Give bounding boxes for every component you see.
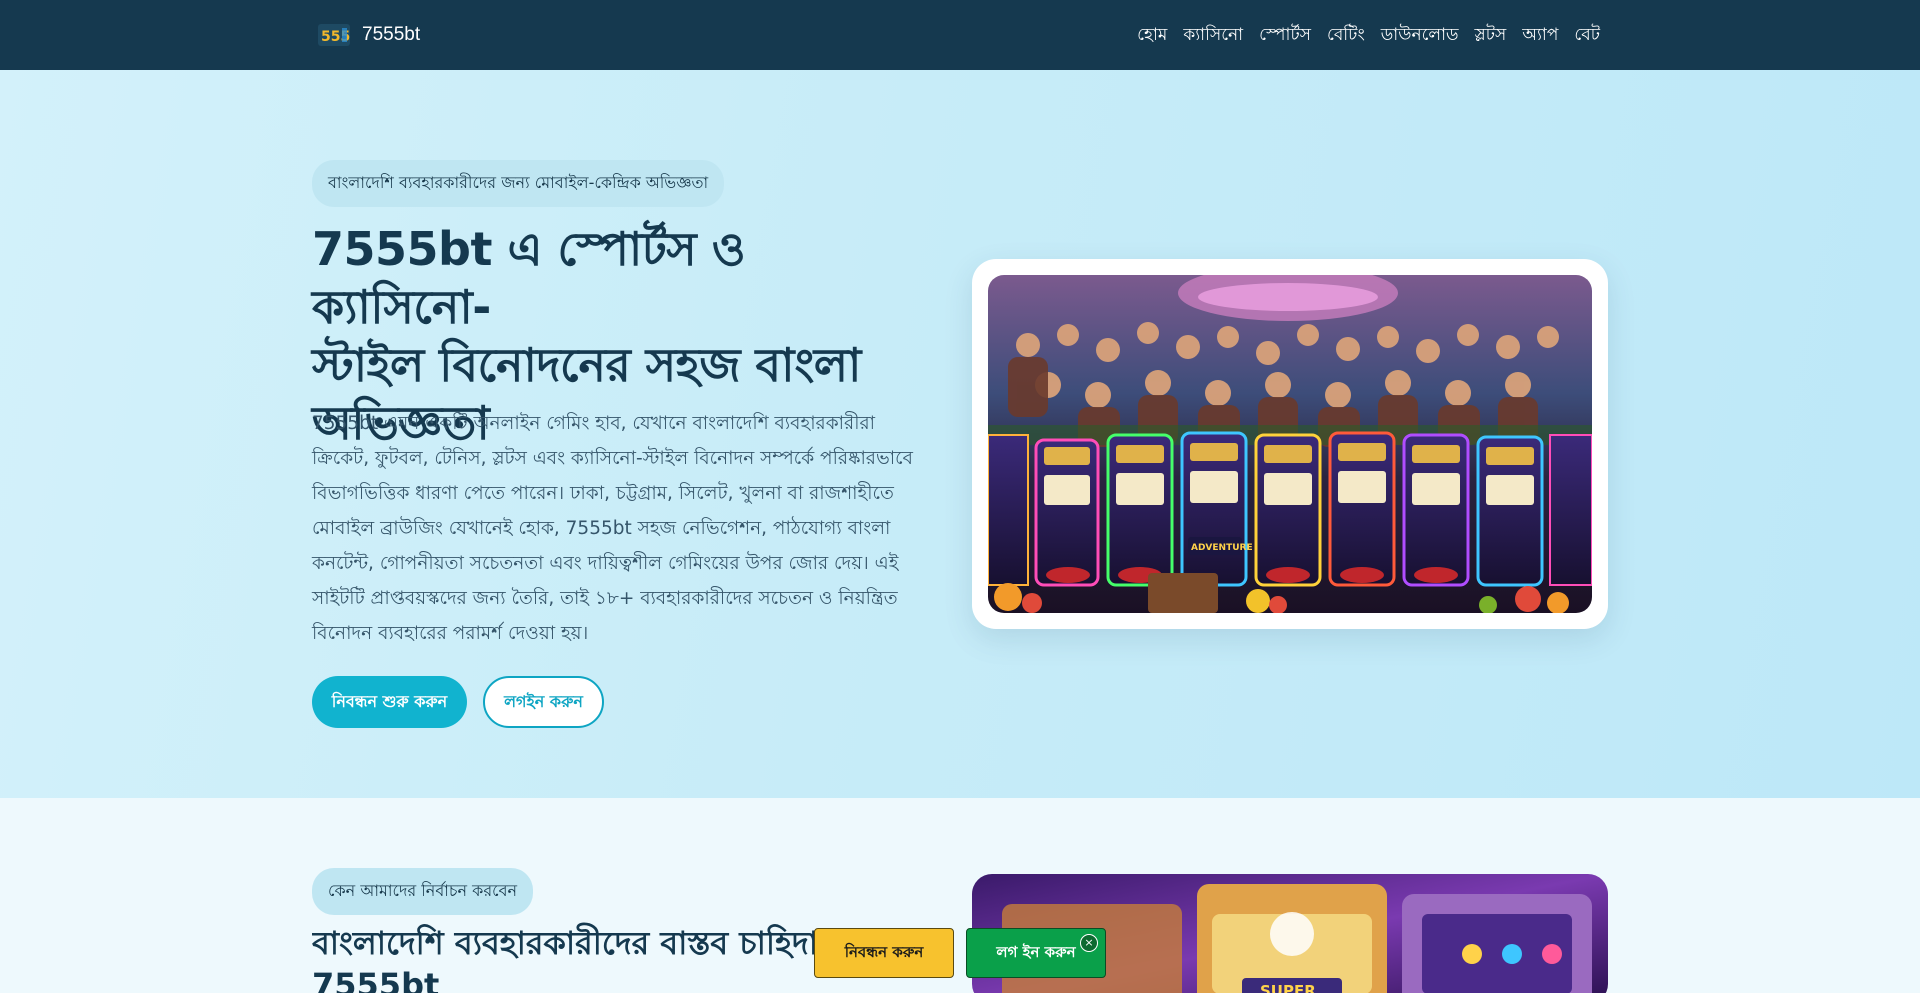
nav-item-app[interactable]: অ্যাপ: [1522, 22, 1558, 50]
brand-name: 7555bt: [362, 24, 421, 45]
hero-image-card: ADVENTURE: [972, 259, 1608, 629]
login-button[interactable]: লগইন করুন: [483, 676, 604, 728]
nav-item-casino[interactable]: ক্যাসিনো: [1183, 22, 1243, 50]
nav-item-slots[interactable]: স্লটস: [1475, 22, 1507, 50]
site-header: 555 7555bt হোম ক্যাসিনো স্পোর্টস বেটিং ড…: [0, 0, 1920, 70]
svg-text:SUPER: SUPER: [1260, 982, 1316, 993]
nav-item-download[interactable]: ডাউনলোড: [1381, 22, 1459, 50]
hero-title-line: 7555bt এ স্পোর্টস ও ক্যাসিনো-: [312, 222, 746, 334]
close-icon[interactable]: ×: [1080, 934, 1098, 952]
brand[interactable]: 555 7555bt: [318, 20, 420, 50]
hero-badge: বাংলাদেশি ব্যবহারকারীদের জন্য মোবাইল-কেন…: [312, 160, 725, 207]
why-title-line: বাংলাদেশি ব্যবহারকারীদের বাস্তব চাহিদা ম: [312, 924, 847, 962]
logo-icon: 555: [318, 20, 350, 50]
hero-section: বাংলাদেশি ব্যবহারকারীদের জন্য মোবাইল-কেন…: [0, 70, 1920, 798]
nav-item-home[interactable]: হোম: [1137, 22, 1167, 50]
why-title-line: 7555bt: [312, 966, 440, 993]
start-registration-button[interactable]: নিবন্ধন শুরু করুন: [312, 676, 467, 728]
nav-item-sports[interactable]: স্পোর্টস: [1259, 22, 1311, 50]
floating-register-button[interactable]: নিবন্ধন করুন: [814, 928, 954, 978]
main-nav: হোম ক্যাসিনো স্পোর্টস বেটিং ডাউনলোড স্লট…: [1137, 22, 1600, 50]
why-badge: কেন আমাদের নির্বাচন করবেন: [312, 868, 534, 915]
nav-item-bet[interactable]: বেট: [1574, 22, 1600, 50]
casino-slots-image: ADVENTURE: [988, 275, 1592, 613]
why-choose-section: কেন আমাদের নির্বাচন করবেন বাংলাদেশি ব্যব…: [0, 798, 1920, 993]
svg-text:ADVENTURE: ADVENTURE: [1191, 543, 1253, 553]
hero-title-line: স্টাইল বিনোদনের সহজ বাংলা: [312, 338, 861, 392]
nav-item-betting[interactable]: বেটিং: [1327, 22, 1365, 50]
hero-description: 7555bt এমন একটি অনলাইন গেমিং হাব, যেখানে…: [312, 413, 913, 644]
